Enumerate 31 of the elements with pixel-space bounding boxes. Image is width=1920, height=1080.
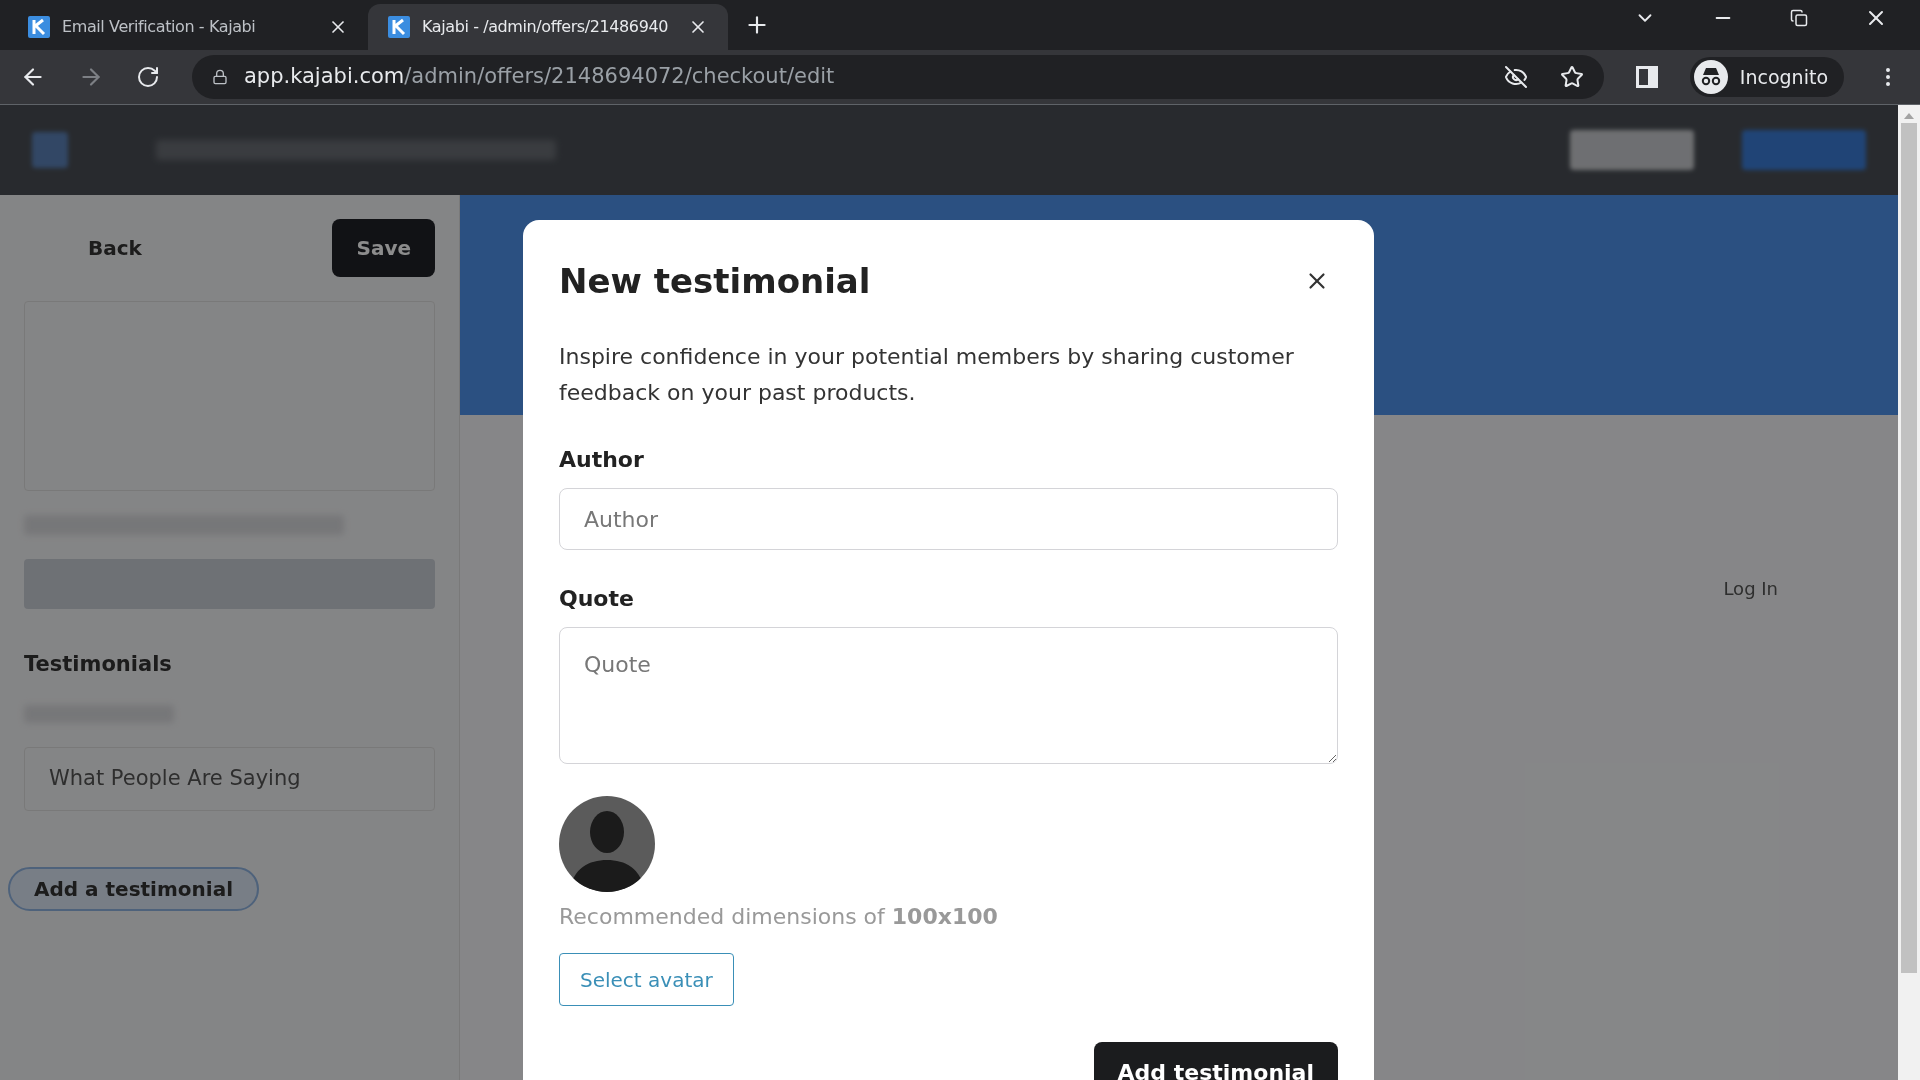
- avatar-hint: Recommended dimensions of 100x100: [559, 903, 999, 931]
- star-icon[interactable]: [1559, 65, 1584, 89]
- browser-tab[interactable]: Email Verification - Kajabi: [8, 4, 368, 50]
- scrollbar-thumb[interactable]: [1901, 123, 1917, 973]
- author-input[interactable]: Author: [559, 488, 1338, 550]
- reload-icon[interactable]: [136, 65, 160, 89]
- field-label: Quote: [559, 585, 635, 613]
- blurred-logo: [32, 132, 68, 168]
- field-label: Author: [559, 446, 645, 474]
- section-title: Testimonials: [24, 651, 173, 678]
- lock-icon: [212, 69, 228, 85]
- add-testimonial-submit-button[interactable]: Add testimonial: [1093, 1042, 1338, 1080]
- app-logo-icon: [28, 16, 50, 38]
- select-avatar-button[interactable]: Select avatar: [559, 953, 734, 1006]
- restore-icon[interactable]: [1790, 9, 1808, 27]
- testimonial-item[interactable]: What People Are Saying: [24, 746, 435, 811]
- modal-description: Inspire confidence in your potential members by sharing customer feedback on your past products.: [559, 343, 1295, 407]
- address-bar[interactable]: app.kajabi.com/admin/offers/2148694072/checkout/edit: [192, 55, 1604, 99]
- url-text: app.kajabi.com/admin/offers/2148694072/checkout/edit: [244, 63, 835, 91]
- quote-textarea[interactable]: Quote: [559, 627, 1338, 764]
- incognito-icon: [1693, 60, 1728, 94]
- add-testimonial-button[interactable]: Add a testimonial: [8, 866, 259, 911]
- profile-chip[interactable]: Incognito: [1689, 57, 1844, 97]
- eye-slash-icon[interactable]: [1503, 65, 1528, 89]
- back-link[interactable]: Back: [88, 233, 142, 263]
- modal-title: New testimonial: [559, 260, 871, 303]
- side-panel-icon[interactable]: [1635, 66, 1658, 88]
- app-logo-icon: [388, 16, 410, 38]
- browser-tab[interactable]: Kajabi - /admin/offers/21486940: [368, 4, 728, 50]
- save-button[interactable]: Save: [332, 219, 435, 277]
- login-link[interactable]: Log In: [1723, 575, 1778, 1080]
